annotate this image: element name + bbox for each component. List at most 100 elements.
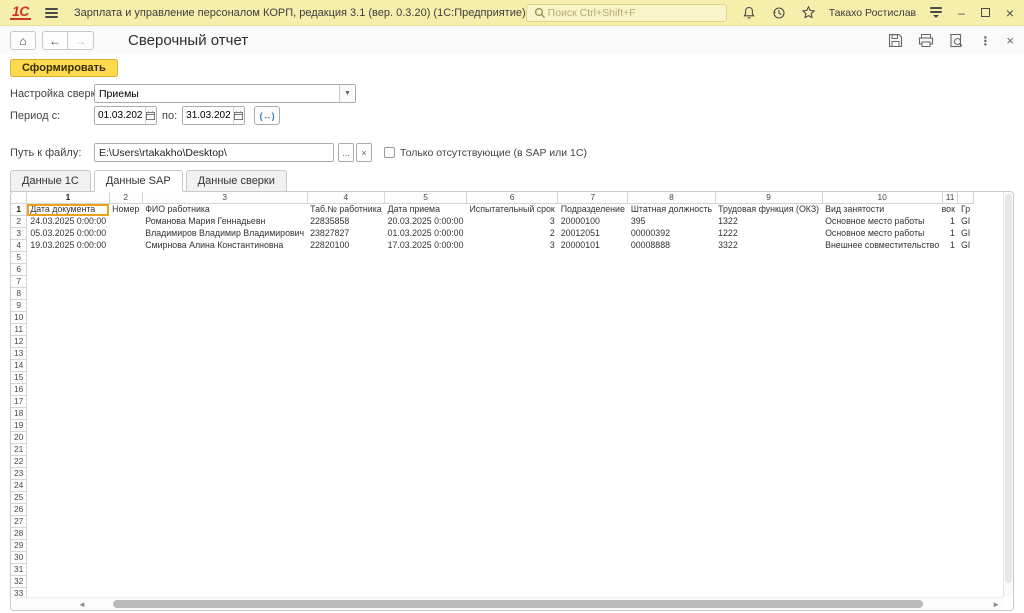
grid-cell[interactable] [385, 396, 467, 408]
grid-cell[interactable]: 22835858 [307, 216, 385, 228]
grid-cell[interactable] [307, 480, 385, 492]
grid-cell[interactable] [27, 468, 109, 480]
restore-button[interactable] [980, 7, 990, 18]
grid-cell[interactable] [385, 492, 467, 504]
grid-cell[interactable] [27, 252, 109, 264]
row-number[interactable]: 7 [11, 275, 28, 288]
grid-cell[interactable] [715, 564, 822, 576]
grid-cell[interactable] [109, 564, 142, 576]
grid-cell[interactable] [385, 276, 467, 288]
grid-cell[interactable] [466, 384, 557, 396]
grid-cell[interactable]: 00008888 [628, 240, 715, 252]
grid-cell[interactable] [385, 312, 467, 324]
period-picker-button[interactable]: (↔) [254, 106, 281, 125]
row-number[interactable]: 27 [11, 515, 28, 528]
grid-cell[interactable] [942, 528, 958, 540]
grid-cell[interactable] [466, 480, 557, 492]
grid-cell[interactable] [27, 480, 109, 492]
grid-cell[interactable]: Внешнее совместительство [822, 240, 942, 252]
grid-cell[interactable]: 17.03.2025 0:00:00 [385, 240, 467, 252]
grid-cell[interactable] [27, 348, 109, 360]
grid-cell[interactable] [385, 384, 467, 396]
grid-cell[interactable] [142, 312, 307, 324]
grid-cell[interactable] [307, 372, 385, 384]
grid-cell[interactable] [558, 552, 628, 564]
grid-cell[interactable] [628, 456, 715, 468]
grid-cell[interactable] [385, 288, 467, 300]
grid-cell[interactable] [307, 576, 385, 588]
grid-cell[interactable] [628, 576, 715, 588]
grid-cell[interactable] [109, 276, 142, 288]
grid-cell[interactable] [958, 288, 973, 300]
grid-cell[interactable] [958, 588, 973, 598]
grid-cell[interactable] [942, 588, 958, 598]
grid-cell[interactable] [558, 264, 628, 276]
grid-cell[interactable] [142, 468, 307, 480]
grid-cell[interactable]: ФИО работника [142, 204, 307, 216]
grid-cell[interactable] [466, 264, 557, 276]
grid-cell[interactable] [385, 360, 467, 372]
grid-cell[interactable] [715, 276, 822, 288]
grid-cell[interactable] [558, 432, 628, 444]
grid-cell[interactable] [142, 384, 307, 396]
grid-cell[interactable] [822, 432, 942, 444]
grid-cell[interactable] [942, 576, 958, 588]
column-header[interactable]: 6 [466, 192, 559, 204]
grid-cell[interactable] [466, 336, 557, 348]
grid-cell[interactable] [385, 468, 467, 480]
grid-cell[interactable] [466, 588, 557, 598]
grid-cell[interactable] [558, 504, 628, 516]
column-header[interactable] [957, 192, 974, 204]
grid-cell[interactable] [822, 588, 942, 598]
grid-cell[interactable] [307, 444, 385, 456]
grid-cell[interactable] [109, 552, 142, 564]
grid-cell[interactable] [822, 480, 942, 492]
grid-cell[interactable]: Основное место работы [822, 228, 942, 240]
row-number[interactable]: 22 [11, 455, 28, 468]
vertical-scrollbar-thumb[interactable] [1005, 194, 1012, 583]
grid-cell[interactable]: 20.03.2025 0:00:00 [385, 216, 467, 228]
grid-cell[interactable] [958, 432, 973, 444]
grid-cell[interactable]: Гр [958, 204, 973, 216]
grid-cell[interactable] [558, 516, 628, 528]
grid-cell[interactable] [307, 384, 385, 396]
grid-cell[interactable] [558, 252, 628, 264]
history-icon[interactable] [771, 5, 787, 21]
grid-cell[interactable] [142, 516, 307, 528]
grid-cell[interactable] [307, 276, 385, 288]
grid-cell[interactable] [822, 564, 942, 576]
grid-cell[interactable] [628, 276, 715, 288]
grid-cell[interactable] [27, 324, 109, 336]
minimize-button[interactable]: – [958, 7, 965, 19]
grid-cell[interactable] [385, 456, 467, 468]
grid-cell[interactable] [628, 360, 715, 372]
grid-cell[interactable] [466, 456, 557, 468]
grid-cell[interactable] [715, 360, 822, 372]
grid-cell[interactable] [385, 336, 467, 348]
grid-cell[interactable] [942, 384, 958, 396]
calendar-icon[interactable] [232, 107, 245, 124]
grid-cell[interactable] [558, 312, 628, 324]
grid-cell[interactable] [27, 492, 109, 504]
grid-cell[interactable] [958, 396, 973, 408]
grid-cell[interactable] [715, 348, 822, 360]
home-button[interactable]: ⌂ [10, 31, 36, 50]
grid-cell[interactable] [942, 516, 958, 528]
grid-cell[interactable] [822, 396, 942, 408]
grid-cell[interactable] [142, 300, 307, 312]
grid-cell[interactable]: 3322 [715, 240, 822, 252]
period-from-input[interactable] [95, 107, 145, 124]
grid-cell[interactable] [942, 468, 958, 480]
grid-cell[interactable]: GI [958, 228, 973, 240]
grid-cell[interactable] [958, 576, 973, 588]
grid-cell[interactable] [628, 348, 715, 360]
row-number[interactable]: 9 [11, 299, 28, 312]
grid-cell[interactable] [942, 336, 958, 348]
forward-button[interactable]: → [68, 31, 94, 50]
grid-cell[interactable] [466, 528, 557, 540]
grid-cell[interactable] [942, 456, 958, 468]
grid-cell[interactable] [715, 300, 822, 312]
grid-cell[interactable] [307, 288, 385, 300]
grid-cell[interactable] [628, 528, 715, 540]
scroll-left-icon[interactable]: ◄ [75, 600, 89, 609]
